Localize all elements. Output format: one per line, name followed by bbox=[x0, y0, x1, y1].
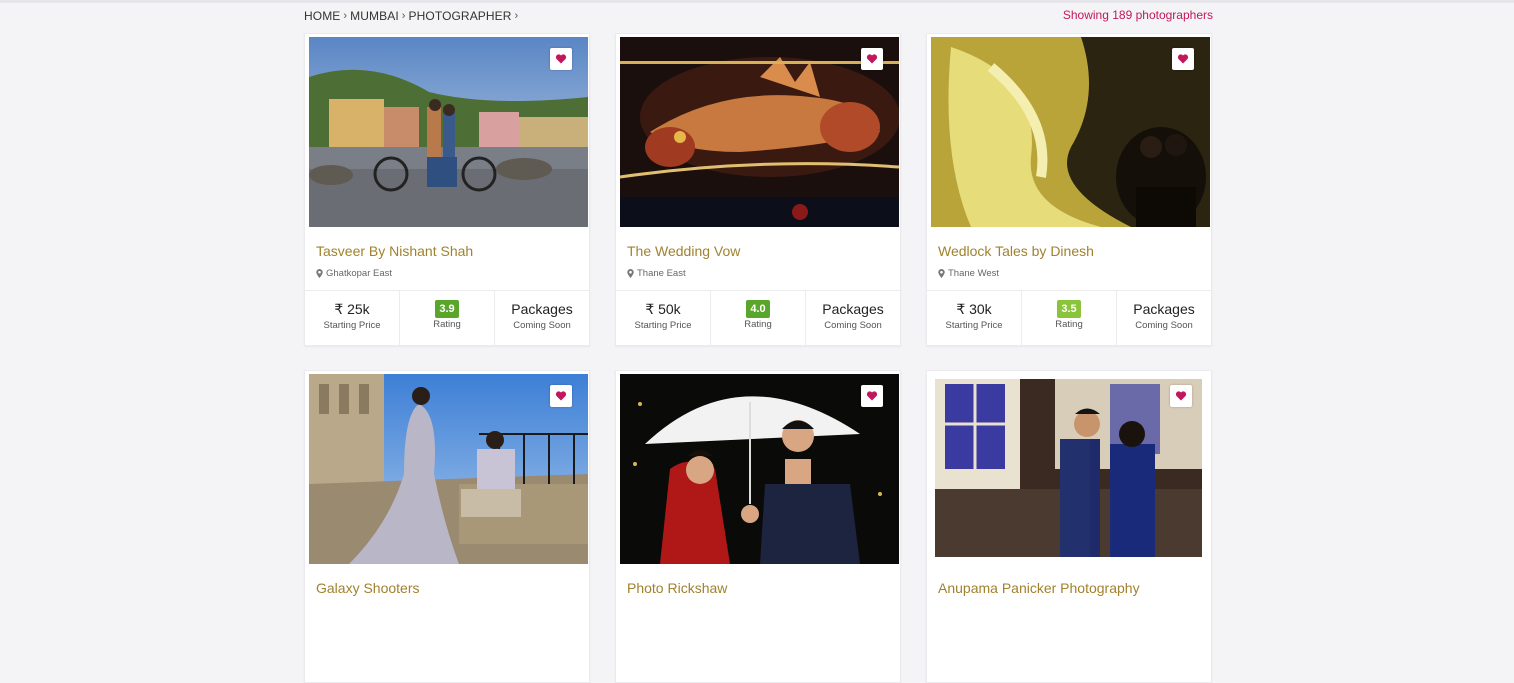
vendor-name[interactable]: The Wedding Vow bbox=[627, 243, 740, 259]
vendor-photo[interactable] bbox=[309, 374, 588, 564]
location-text: Ghatkopar East bbox=[326, 268, 393, 279]
breadcrumb-separator-icon: › bbox=[514, 10, 519, 22]
vendor-photo[interactable] bbox=[935, 379, 1202, 557]
location-text: Thane East bbox=[637, 268, 686, 279]
location-pin-icon bbox=[627, 269, 634, 278]
packages-label: Packages bbox=[1133, 301, 1195, 317]
breadcrumb-separator-icon: › bbox=[401, 10, 406, 22]
vendor-card[interactable]: Wedlock Tales by Dinesh Thane West ₹ 30k… bbox=[926, 33, 1212, 346]
packages-status: Coming Soon bbox=[1135, 320, 1193, 331]
breadcrumb-home[interactable]: HOME bbox=[304, 9, 340, 23]
rating-stat: 3.9 Rating bbox=[400, 291, 495, 345]
vendor-location: Ghatkopar East bbox=[316, 268, 392, 279]
packages-label: Packages bbox=[822, 301, 884, 317]
vendor-stats: ₹ 50k Starting Price 4.0 Rating Packages… bbox=[616, 290, 900, 345]
rating-label: Rating bbox=[433, 319, 461, 330]
packages-status: Coming Soon bbox=[824, 320, 882, 331]
results-count: Showing 189 photographers bbox=[1062, 8, 1213, 22]
vendor-name[interactable]: Wedlock Tales by Dinesh bbox=[938, 243, 1094, 259]
vendor-photo[interactable] bbox=[620, 37, 899, 227]
vendor-name[interactable]: Photo Rickshaw bbox=[627, 580, 727, 596]
price-stat: ₹ 25k Starting Price bbox=[305, 291, 400, 345]
breadcrumb-separator-icon: › bbox=[343, 10, 348, 22]
packages-stat: Packages Coming Soon bbox=[495, 291, 589, 345]
rating-label: Rating bbox=[1055, 319, 1083, 330]
top-border bbox=[0, 0, 1514, 3]
rating-badge: 3.9 bbox=[435, 300, 459, 318]
vendor-card[interactable]: The Wedding Vow Thane East ₹ 50k Startin… bbox=[615, 33, 901, 346]
vendor-location: Thane West bbox=[938, 268, 999, 279]
breadcrumb-city[interactable]: MUMBAI bbox=[350, 9, 399, 23]
rating-label: Rating bbox=[744, 319, 772, 330]
favorite-heart-icon[interactable] bbox=[1170, 385, 1192, 407]
vendor-location: Thane East bbox=[627, 268, 686, 279]
starting-price-label: Starting Price bbox=[945, 320, 1003, 331]
breadcrumb: HOME › MUMBAI › PHOTOGRAPHER › bbox=[304, 8, 521, 24]
vendor-name[interactable]: Tasveer By Nishant Shah bbox=[316, 243, 473, 259]
packages-status: Coming Soon bbox=[513, 320, 571, 331]
rating-stat: 4.0 Rating bbox=[711, 291, 806, 345]
price-stat: ₹ 30k Starting Price bbox=[927, 291, 1022, 345]
starting-price: ₹ 50k bbox=[645, 301, 681, 317]
location-pin-icon bbox=[316, 269, 323, 278]
starting-price: ₹ 25k bbox=[334, 301, 370, 317]
vendor-grid: Tasveer By Nishant Shah Ghatkopar East ₹… bbox=[304, 33, 1212, 683]
vendor-card[interactable]: Anupama Panicker Photography bbox=[926, 370, 1212, 683]
favorite-heart-icon[interactable] bbox=[550, 385, 572, 407]
vendor-stats: ₹ 30k Starting Price 3.5 Rating Packages… bbox=[927, 290, 1211, 345]
vendor-card[interactable]: Tasveer By Nishant Shah Ghatkopar East ₹… bbox=[304, 33, 590, 346]
packages-label: Packages bbox=[511, 301, 573, 317]
packages-stat: Packages Coming Soon bbox=[806, 291, 900, 345]
vendor-photo[interactable] bbox=[309, 37, 588, 227]
starting-price: ₹ 30k bbox=[956, 301, 992, 317]
vendor-name[interactable]: Anupama Panicker Photography bbox=[938, 580, 1140, 596]
vendor-card[interactable]: Photo Rickshaw bbox=[615, 370, 901, 683]
vendor-card[interactable]: Galaxy Shooters bbox=[304, 370, 590, 683]
starting-price-label: Starting Price bbox=[323, 320, 381, 331]
location-pin-icon bbox=[938, 269, 945, 278]
rating-badge: 3.5 bbox=[1057, 300, 1081, 318]
vendor-name[interactable]: Galaxy Shooters bbox=[316, 580, 420, 596]
favorite-heart-icon[interactable] bbox=[861, 48, 883, 70]
packages-stat: Packages Coming Soon bbox=[1117, 291, 1211, 345]
breadcrumb-category[interactable]: PHOTOGRAPHER bbox=[409, 9, 512, 23]
favorite-heart-icon[interactable] bbox=[1172, 48, 1194, 70]
rating-stat: 3.5 Rating bbox=[1022, 291, 1117, 345]
price-stat: ₹ 50k Starting Price bbox=[616, 291, 711, 345]
vendor-photo[interactable] bbox=[620, 374, 899, 564]
location-text: Thane West bbox=[948, 268, 1000, 279]
vendor-stats: ₹ 25k Starting Price 3.9 Rating Packages… bbox=[305, 290, 589, 345]
favorite-heart-icon[interactable] bbox=[861, 385, 883, 407]
favorite-heart-icon[interactable] bbox=[550, 48, 572, 70]
starting-price-label: Starting Price bbox=[634, 320, 692, 331]
vendor-photo[interactable] bbox=[931, 37, 1210, 227]
rating-badge: 4.0 bbox=[746, 300, 770, 318]
